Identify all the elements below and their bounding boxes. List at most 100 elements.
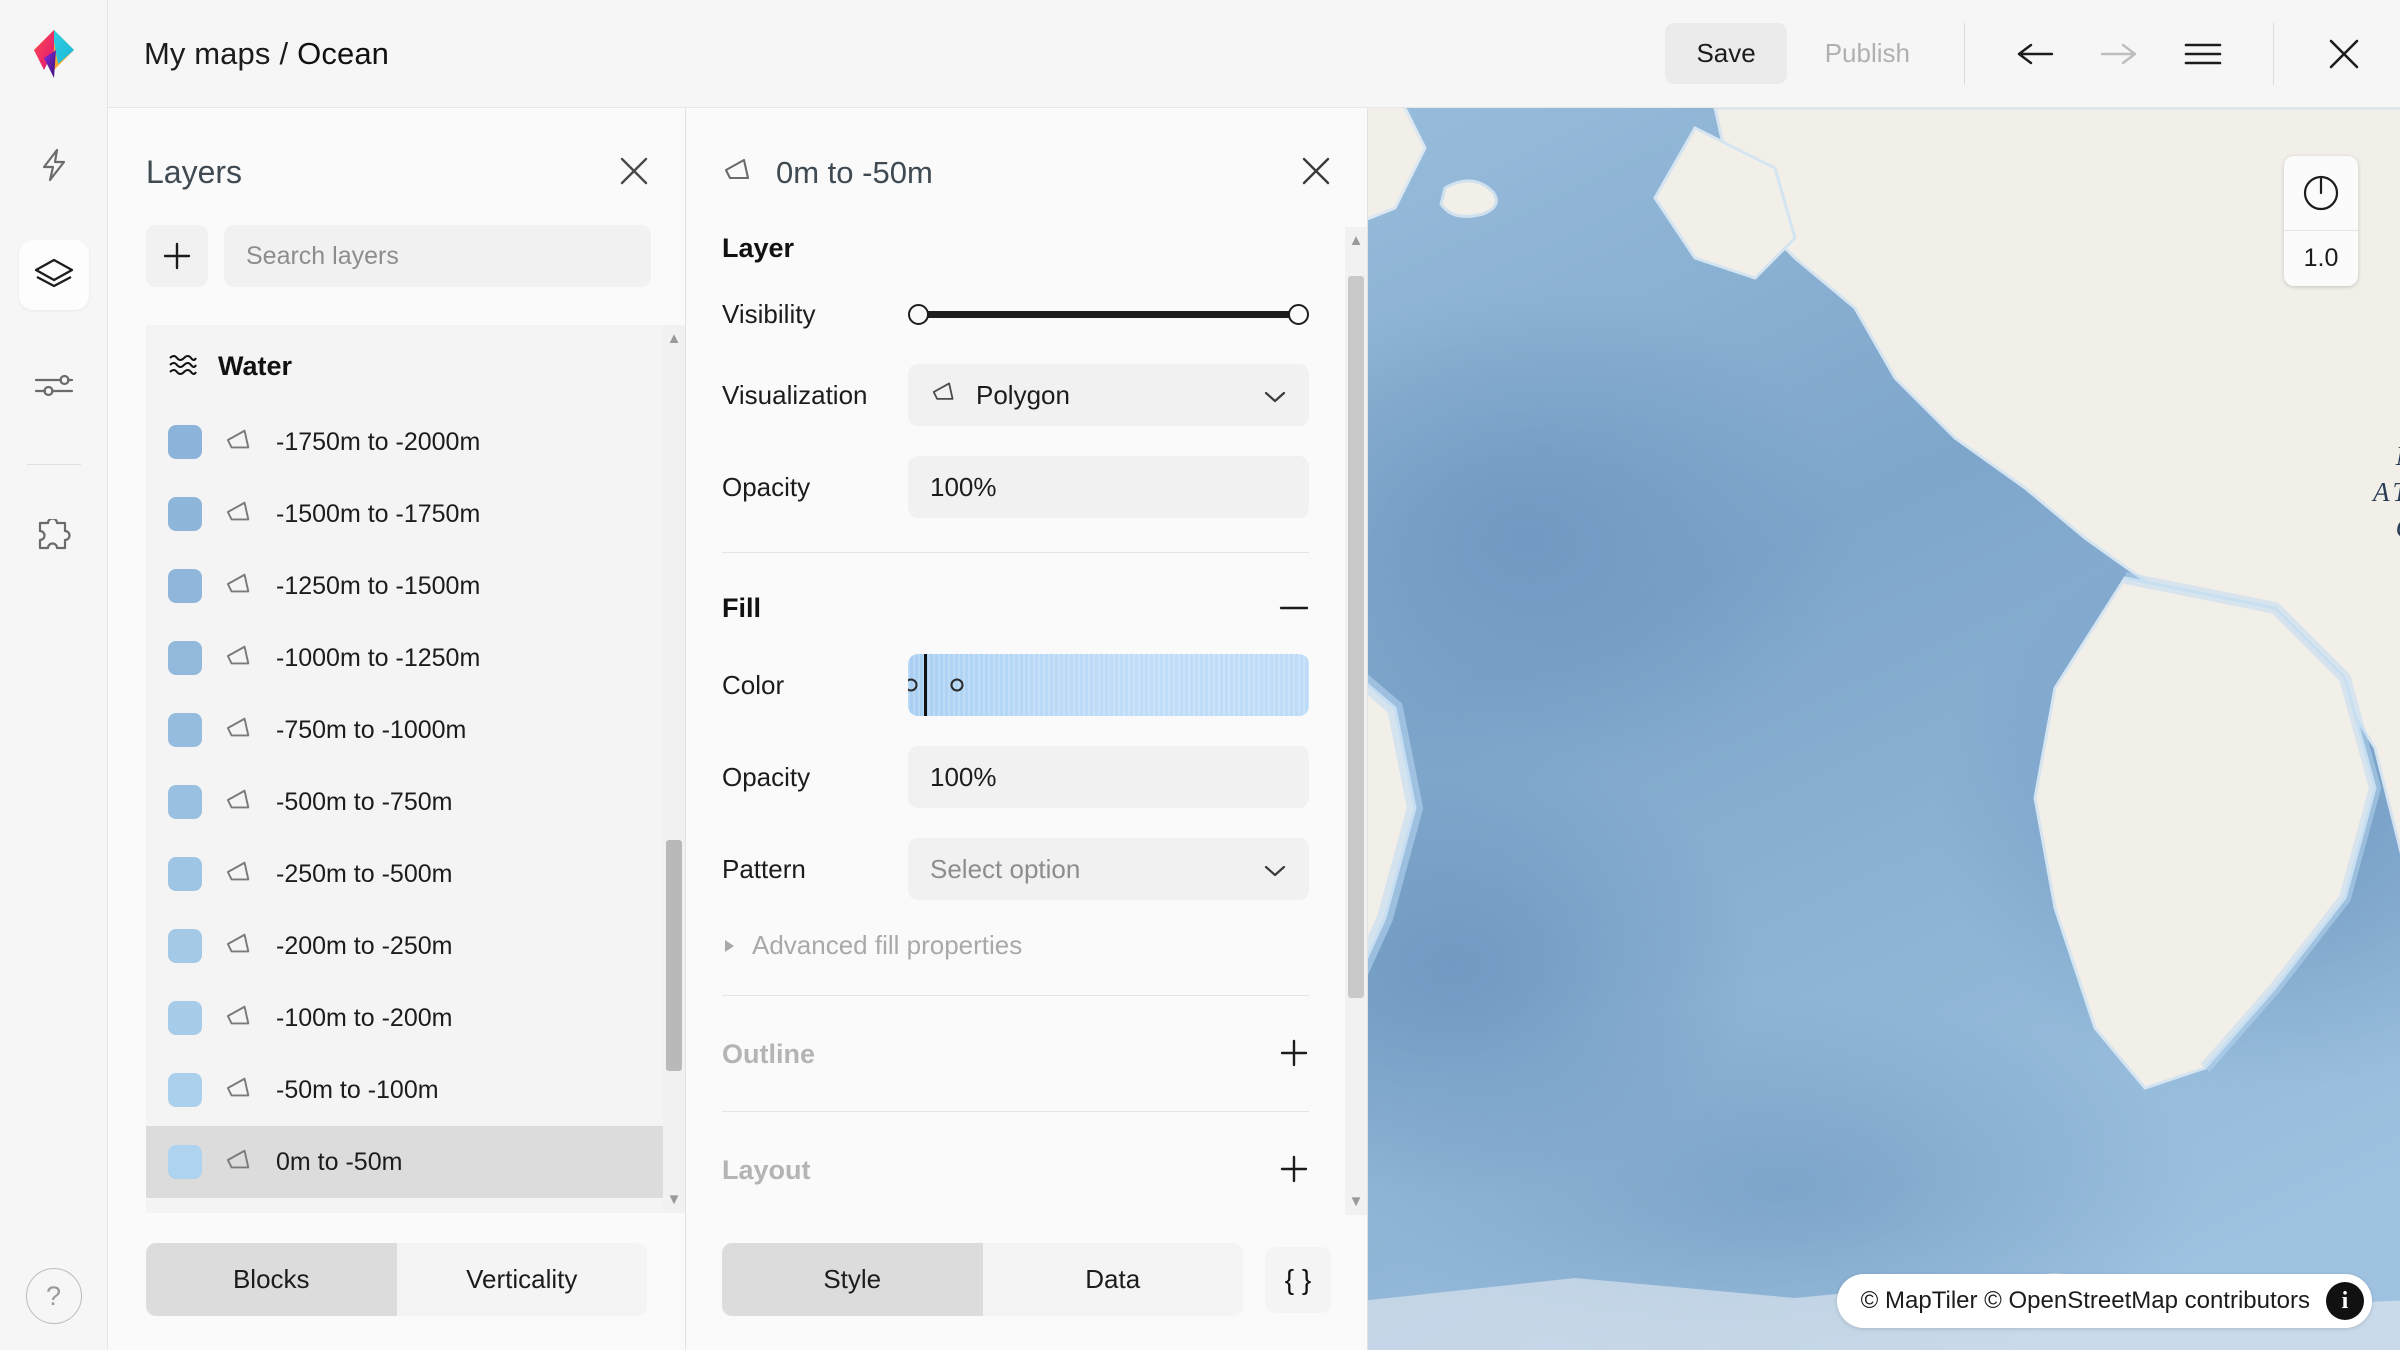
- fill-color-picker[interactable]: [908, 654, 1309, 716]
- attribution-text[interactable]: © MapTiler © OpenStreetMap contributors: [1861, 1287, 2310, 1315]
- minus-icon[interactable]: [1279, 601, 1309, 616]
- layer-color-swatch[interactable]: [168, 929, 202, 963]
- breadcrumb-root[interactable]: My maps: [144, 36, 270, 72]
- layers-list-scrollbar[interactable]: ▲ ▼: [663, 325, 685, 1213]
- plus-icon[interactable]: [1279, 1154, 1309, 1187]
- layer-row[interactable]: -750m to -1000m: [146, 694, 663, 766]
- scroll-down-icon[interactable]: ▼: [1349, 1194, 1364, 1209]
- section-divider-2: [722, 995, 1309, 996]
- page-title: Layers: [146, 154, 242, 191]
- tab-blocks[interactable]: Blocks: [146, 1243, 397, 1316]
- toolbar-divider-2: [2273, 23, 2274, 85]
- layer-color-swatch[interactable]: [168, 497, 202, 531]
- plus-icon[interactable]: [1279, 1038, 1309, 1071]
- color-cursor[interactable]: [924, 654, 927, 716]
- layers-panel-footer: BlocksVerticality: [108, 1213, 685, 1350]
- map-attribution: © MapTiler © OpenStreetMap contributors …: [1837, 1274, 2372, 1328]
- map-graphic: [1368, 108, 2400, 1350]
- layer-row[interactable]: -100m to -200m: [146, 982, 663, 1054]
- scroll-down-icon[interactable]: ▼: [667, 1192, 682, 1207]
- layer-row[interactable]: 0m to -50m: [146, 1126, 663, 1198]
- layer-opacity-input[interactable]: 100%: [908, 456, 1309, 518]
- visualization-row: Visualization Polygon: [722, 364, 1309, 426]
- layer-row[interactable]: -250m to -500m: [146, 838, 663, 910]
- slider-knob-min[interactable]: [908, 304, 929, 325]
- layer-opacity-label: Opacity: [722, 472, 908, 503]
- fill-section-title: Fill: [722, 593, 761, 624]
- puzzle-icon[interactable]: [19, 503, 89, 573]
- style-panel-body: Layer Visibility Visualization: [686, 227, 1367, 1215]
- close-icon[interactable]: [2314, 24, 2374, 84]
- layers-icon[interactable]: [19, 240, 89, 310]
- scrollbar-thumb[interactable]: [666, 840, 682, 1071]
- json-editor-button[interactable]: { }: [1265, 1247, 1331, 1313]
- breadcrumb: My maps / Ocean: [108, 36, 389, 72]
- layer-color-swatch[interactable]: [168, 785, 202, 819]
- layer-color-swatch[interactable]: [168, 569, 202, 603]
- help-button[interactable]: ?: [26, 1268, 82, 1324]
- polygon-icon: [224, 931, 254, 962]
- layer-row[interactable]: -500m to -750m: [146, 766, 663, 838]
- layer-color-swatch[interactable]: [168, 1145, 202, 1179]
- tab-style[interactable]: Style: [722, 1243, 983, 1316]
- style-panel-scrollbar[interactable]: ▲ ▼: [1345, 227, 1367, 1215]
- advanced-fill-properties-label: Advanced fill properties: [752, 930, 1022, 961]
- app-body: ? Layers: [0, 108, 2400, 1350]
- compass-icon[interactable]: [2284, 156, 2358, 230]
- close-icon[interactable]: [1299, 154, 1333, 191]
- layer-color-swatch[interactable]: [168, 641, 202, 675]
- toolbar-divider: [1964, 23, 1965, 85]
- arrow-left-icon[interactable]: [2005, 24, 2065, 84]
- visualization-label: Visualization: [722, 380, 908, 411]
- visualization-select[interactable]: Polygon: [908, 364, 1309, 426]
- scroll-up-icon[interactable]: ▲: [1349, 233, 1364, 248]
- top-bar-actions: Save Publish: [1665, 0, 2400, 107]
- add-layer-button[interactable]: [146, 225, 208, 287]
- layer-row[interactable]: -1750m to -2000m: [146, 406, 663, 478]
- layer-section-header: Layer: [722, 227, 1309, 264]
- section-divider-1: [722, 552, 1309, 553]
- layer-color-swatch[interactable]: [168, 857, 202, 891]
- scrollbar-thumb[interactable]: [1348, 276, 1364, 997]
- outline-section-title: Outline: [722, 1039, 815, 1070]
- layer-color-swatch[interactable]: [168, 1073, 202, 1107]
- search-input[interactable]: [224, 225, 651, 287]
- breadcrumb-current: Ocean: [297, 36, 389, 72]
- save-button[interactable]: Save: [1665, 23, 1786, 84]
- color-stop-marker-2[interactable]: [951, 679, 964, 692]
- publish-button[interactable]: Publish: [1799, 23, 1936, 84]
- layer-color-swatch[interactable]: [168, 713, 202, 747]
- sliders-icon[interactable]: [19, 350, 89, 420]
- fill-color-label: Color: [722, 670, 908, 701]
- scroll-up-icon[interactable]: ▲: [667, 331, 682, 346]
- layer-color-swatch[interactable]: [168, 425, 202, 459]
- fill-pattern-select[interactable]: Select option: [908, 838, 1309, 900]
- layer-color-swatch[interactable]: [168, 1001, 202, 1035]
- hamburger-menu-icon[interactable]: [2173, 24, 2233, 84]
- layers-list: Water -1750m to -2000m-1500m to -1750m-1…: [146, 325, 663, 1213]
- layer-row[interactable]: -1000m to -1250m: [146, 622, 663, 694]
- polygon-icon: [224, 1003, 254, 1034]
- close-icon[interactable]: [617, 154, 651, 191]
- arrow-right-icon[interactable]: [2089, 24, 2149, 84]
- lightning-icon[interactable]: [19, 130, 89, 200]
- advanced-fill-properties-toggle[interactable]: Advanced fill properties: [722, 930, 1309, 961]
- maptiler-logo[interactable]: [0, 0, 108, 108]
- polygon-icon: [224, 787, 254, 818]
- layer-row[interactable]: -1500m to -1750m: [146, 478, 663, 550]
- layer-label: -100m to -200m: [276, 1004, 452, 1033]
- layer-row[interactable]: -50m to -100m: [146, 1054, 663, 1126]
- tab-data[interactable]: Data: [983, 1243, 1244, 1316]
- layer-group-water[interactable]: Water: [146, 325, 663, 406]
- visibility-slider[interactable]: [908, 294, 1309, 334]
- app-root: My maps / Ocean Save Publish: [0, 0, 2400, 1350]
- map-canvas[interactable]: NORTH ATLANTIC OCEANSOUTH ATLANTIC OCEAN…: [1368, 108, 2400, 1350]
- layer-row[interactable]: -200m to -250m: [146, 910, 663, 982]
- slider-knob-max[interactable]: [1288, 304, 1309, 325]
- layer-row[interactable]: -1250m to -1500m: [146, 550, 663, 622]
- polygon-icon: [224, 859, 254, 890]
- fill-opacity-input[interactable]: 100%: [908, 746, 1309, 808]
- tab-verticality[interactable]: Verticality: [397, 1243, 648, 1316]
- polygon-icon: [224, 1075, 254, 1106]
- info-icon[interactable]: i: [2326, 1282, 2364, 1320]
